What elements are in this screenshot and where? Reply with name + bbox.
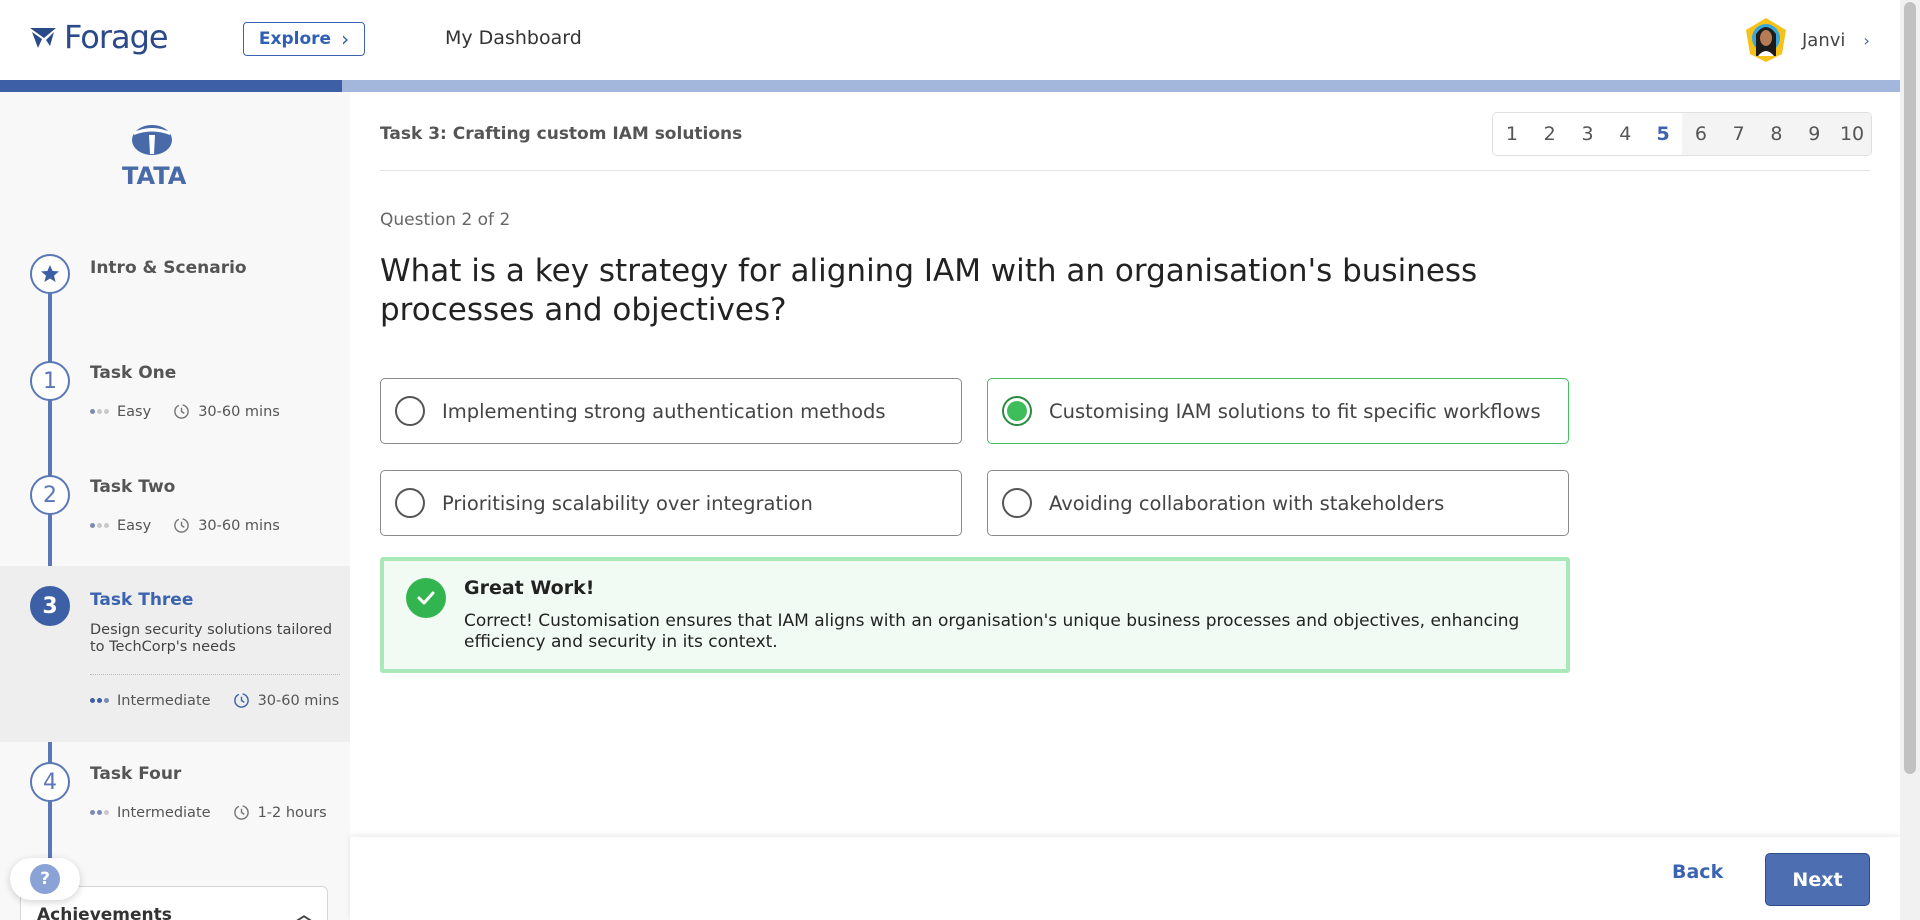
duration-label: 30-60 mins [257,692,340,709]
difficulty-dots-icon [90,409,109,414]
checkmark-icon [406,578,446,618]
top-header: Forage Explore › My Dashboard Janvi › [0,0,1900,80]
difficulty-dots-icon [90,523,109,528]
step-description: Design security solutions tailored to Te… [90,622,333,655]
clock-icon [174,518,190,533]
difficulty-dots-icon [90,698,109,703]
avatar [1746,18,1786,62]
sidebar-item-task-two[interactable]: 2 Task Two Easy 30-60 mins [0,471,350,571]
task-sidebar: TATA Intro & Scenario 1 Task One Easy 30… [0,92,350,920]
back-button[interactable]: Back [1672,861,1723,883]
step-meta: Intermediate 30-60 mins [90,692,339,709]
option-label: Prioritising scalability over integratio… [442,491,813,515]
page-number-5[interactable]: 5 [1644,113,1682,155]
divider [90,674,340,675]
page-number-1[interactable]: 1 [1493,113,1531,155]
duration-label: 30-60 mins [198,403,280,420]
task-title: Task 3: Crafting custom IAM solutions [380,124,743,144]
user-name: Janvi [1802,29,1846,51]
step-title: Task Two [90,477,176,497]
sidebar-item-intro[interactable]: Intro & Scenario [0,242,350,342]
forage-logo[interactable]: Forage [28,18,169,56]
answer-option[interactable]: Customising IAM solutions to fit specifi… [987,378,1569,444]
clock-icon [233,805,249,820]
scrollbar[interactable] [1900,0,1920,920]
difficulty-label: Intermediate [117,692,211,709]
duration-label: 1-2 hours [257,804,327,821]
page-number-8[interactable]: 8 [1757,113,1796,155]
forage-logo-icon [30,28,56,48]
divider [380,170,1870,171]
radio-button[interactable] [395,488,425,518]
page-number-9[interactable]: 9 [1795,113,1834,155]
scrollbar-thumb[interactable] [1904,2,1916,774]
course-progress-fill [0,80,342,92]
achievements-label: Achievements [37,905,172,920]
logo-text: Forage [64,18,169,56]
page-number-6[interactable]: 6 [1681,113,1720,155]
chevron-right-icon: › [1863,30,1870,50]
tata-logo: TATA [122,124,187,190]
next-button[interactable]: Next [1765,853,1870,906]
radio-button[interactable] [1002,488,1032,518]
page-number-4[interactable]: 4 [1606,113,1644,155]
feedback-text: Correct! Customisation ensures that IAM … [464,611,1520,652]
clock-icon [174,404,190,419]
step-meta: Easy 30-60 mins [90,517,280,534]
chevron-up-icon[interactable]: ︿ [295,901,313,920]
explore-button[interactable]: Explore › [243,22,365,56]
step-title: Task One [90,363,177,383]
tata-logo-text: TATA [122,162,187,190]
help-button[interactable]: ? [10,858,80,900]
question-pager: 1 2 3 4 5 6 7 8 9 10 [1492,112,1872,156]
answer-option[interactable]: Implementing strong authentication metho… [380,378,962,444]
step-title: Intro & Scenario [90,258,247,278]
step-marker [30,254,70,294]
sidebar-item-task-three[interactable]: 3 Task Three Design security solutions t… [0,566,350,742]
step-title: Task Four [90,764,182,784]
footer-bar: Back Next [350,837,1900,920]
question-counter: Question 2 of 2 [380,210,511,230]
feedback-panel: Great Work! Correct! Customisation ensur… [380,557,1570,673]
help-icon: ? [30,864,60,894]
main-content: Task 3: Crafting custom IAM solutions 12… [350,92,1900,920]
radio-selected-dot [1007,401,1027,421]
sidebar-item-task-one[interactable]: 1 Task One Easy 30-60 mins [0,357,350,457]
answer-option[interactable]: Avoiding collaboration with stakeholders [987,470,1569,536]
star-icon [41,265,59,282]
course-progress-bar [0,80,1900,92]
chevron-right-icon: › [341,27,350,51]
user-menu[interactable]: Janvi › [1742,16,1870,64]
difficulty-label: Easy [117,517,152,534]
step-number: 1 [30,361,70,401]
question-text: What is a key strategy for aligning IAM … [380,253,1478,328]
step-meta: Easy 30-60 mins [90,403,280,420]
difficulty-label: Intermediate [117,804,211,821]
page-number-7[interactable]: 7 [1719,113,1758,155]
difficulty-label: Easy [117,403,152,420]
option-label: Implementing strong authentication metho… [442,399,886,423]
step-meta: Intermediate 1-2 hours [90,804,327,821]
option-label: Avoiding collaboration with stakeholders [1049,491,1445,515]
page-number-2[interactable]: 2 [1531,113,1569,155]
sidebar-item-task-four[interactable]: 4 Task Four Intermediate 1-2 hours [0,758,350,858]
step-number: 3 [30,586,70,626]
step-title: Task Three [90,590,194,610]
duration-label: 30-60 mins [198,517,280,534]
option-label: Customising IAM solutions to fit specifi… [1049,399,1541,423]
feedback-title: Great Work! [464,577,595,599]
radio-button[interactable] [395,396,425,426]
radio-button[interactable] [1002,396,1032,426]
page-number-10[interactable]: 10 [1833,113,1871,155]
explore-label: Explore [258,29,332,49]
page-number-3[interactable]: 3 [1569,113,1607,155]
step-number: 4 [30,762,70,802]
step-number: 2 [30,475,70,515]
clock-icon [233,693,249,708]
tata-emblem-icon [132,125,172,155]
answer-option[interactable]: Prioritising scalability over integratio… [380,470,962,536]
my-dashboard-link[interactable]: My Dashboard [445,27,582,49]
difficulty-dots-icon [90,810,109,815]
